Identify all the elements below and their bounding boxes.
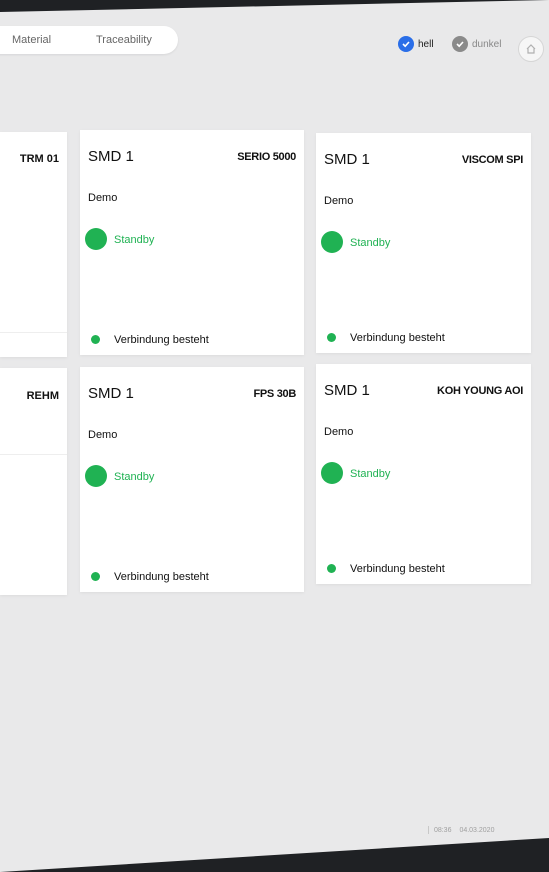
status-indicator	[85, 465, 107, 487]
status-label: Standby	[114, 234, 155, 246]
connection-label: Verbindung besteht	[350, 332, 445, 344]
connection-dot	[327, 564, 336, 573]
card-subtitle: Demo	[88, 429, 118, 441]
card-title: SMD 1	[324, 151, 370, 168]
status-label: Standby	[114, 471, 155, 483]
status-indicator	[85, 228, 107, 250]
nav-material[interactable]: Material	[12, 34, 51, 46]
status-label: Standby	[350, 468, 391, 480]
connection-dot	[327, 333, 336, 342]
card-subtitle: Demo	[324, 195, 354, 207]
machine-model: VISCOM SPI	[461, 154, 523, 166]
home-icon	[526, 44, 536, 54]
footer-date: 04.03.2020	[459, 826, 495, 834]
card-title: SMD 1	[88, 385, 134, 402]
top-navigation: Material Traceability	[0, 26, 178, 54]
machine-model: KOH YOUNG AOI	[437, 385, 523, 397]
theme-light-option[interactable]: hell	[398, 36, 434, 52]
check-icon	[398, 36, 414, 52]
machine-card-partial[interactable]: REHM	[0, 368, 67, 595]
machine-card[interactable]: SMD 1 KOH YOUNG AOI Demo Standby Verbind…	[316, 364, 531, 584]
card-subtitle: Demo	[88, 192, 118, 204]
theme-dark-label: dunkel	[472, 38, 502, 50]
connection-dot	[91, 572, 100, 581]
card-subtitle: Demo	[324, 426, 354, 438]
check-icon	[452, 36, 468, 52]
connection-label: Verbindung besteht	[350, 563, 445, 575]
machine-card[interactable]: SMD 1 VISCOM SPI Demo Standby Verbindung…	[316, 133, 531, 353]
footer-time: 08:36	[433, 826, 452, 834]
machine-model: FPS 30B	[253, 388, 296, 400]
status-label: Standby	[350, 237, 391, 249]
machine-model: SERIO 5000	[237, 151, 296, 163]
home-button[interactable]	[518, 36, 544, 62]
machine-card[interactable]: SMD 1 SERIO 5000 Demo Standby Verbindung…	[80, 130, 304, 355]
machine-model: REHM	[26, 390, 59, 402]
machine-model: TRM 01	[19, 153, 59, 165]
connection-label: Verbindung besteht	[114, 334, 209, 346]
nav-traceability[interactable]: Traceability	[96, 34, 152, 46]
connection-label: Verbindung besteht	[114, 571, 209, 583]
footer-clock: 08:36 04.03.2020	[428, 826, 500, 834]
machine-card-partial[interactable]: TRM 01	[0, 132, 67, 357]
status-indicator	[321, 462, 343, 484]
card-title: SMD 1	[88, 148, 134, 165]
connection-dot	[91, 335, 100, 344]
theme-light-label: hell	[418, 38, 434, 50]
machine-card[interactable]: SMD 1 FPS 30B Demo Standby Verbindung be…	[80, 367, 304, 592]
status-indicator	[321, 231, 343, 253]
theme-dark-option[interactable]: dunkel	[452, 36, 501, 52]
card-title: SMD 1	[324, 382, 370, 399]
screen: Material Traceability hell dunkel TRM 01…	[0, 0, 549, 872]
